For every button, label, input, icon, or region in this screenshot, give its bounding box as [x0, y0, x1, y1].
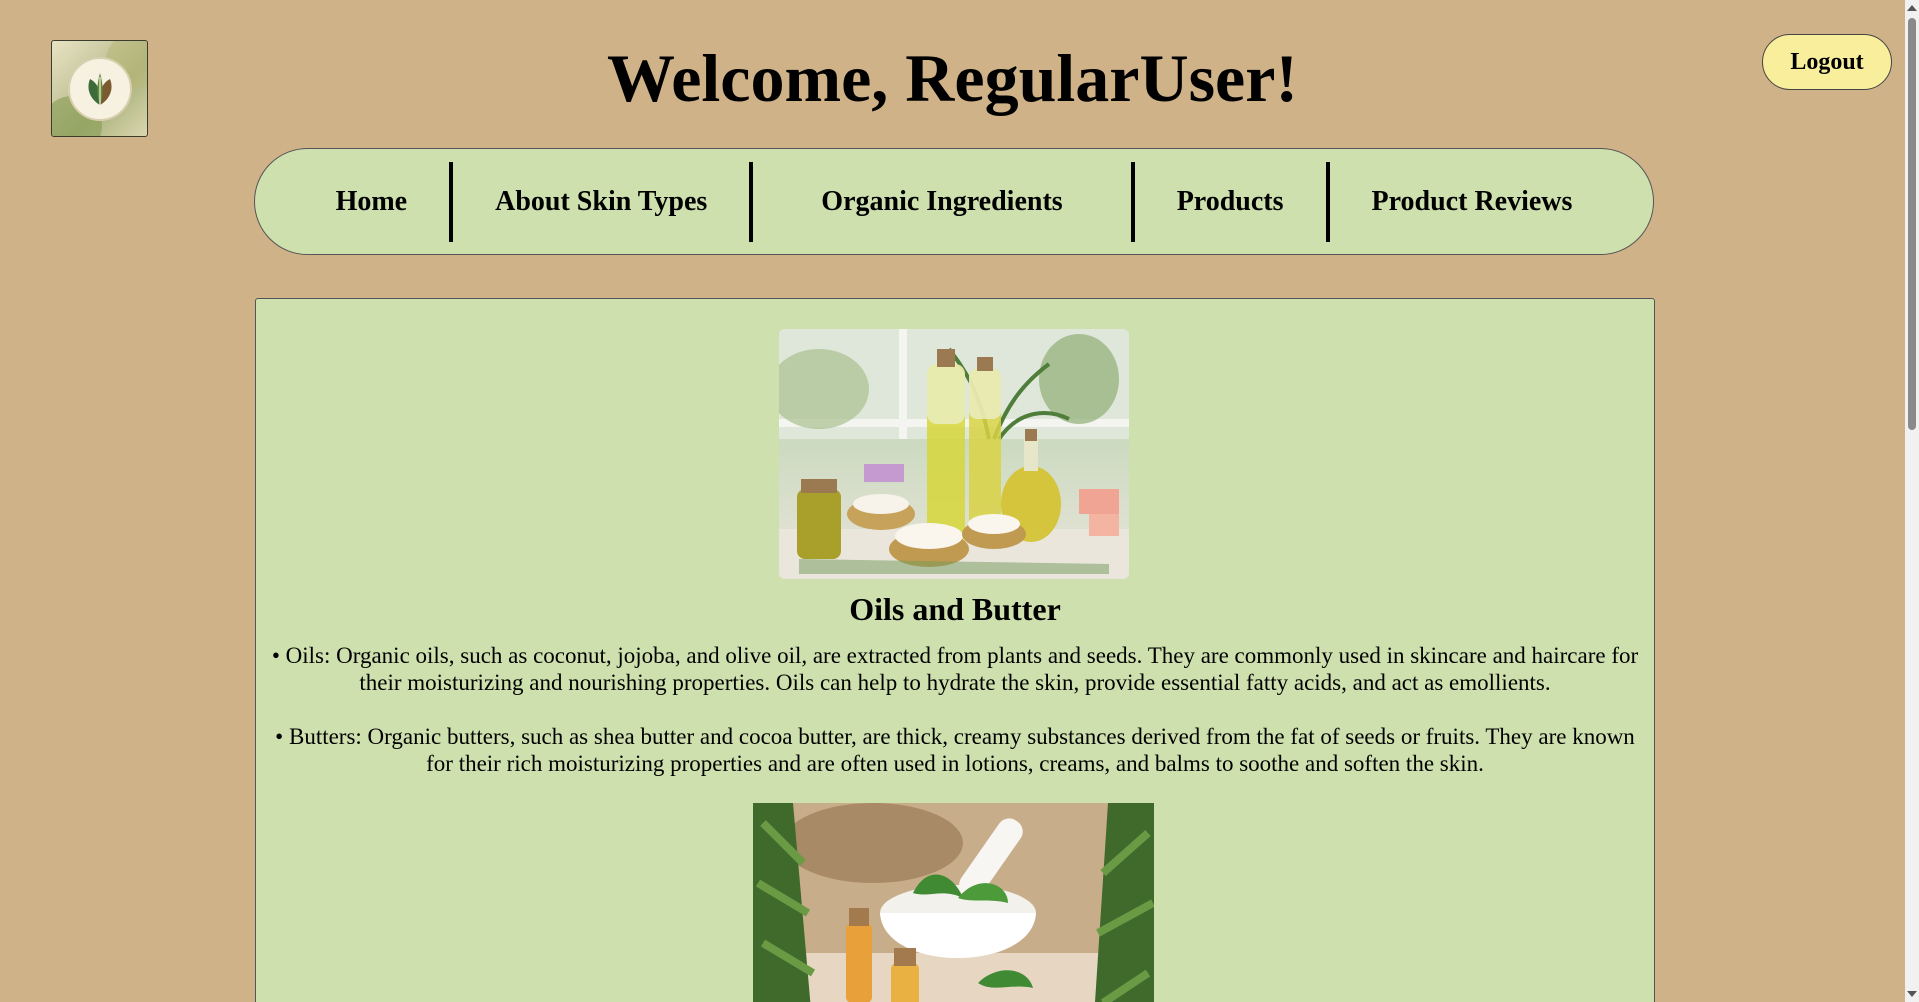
butters-paragraph: • Butters: Organic butters, such as shea…: [275, 724, 1635, 776]
scroll-down-icon[interactable]: [1907, 991, 1917, 997]
content-card: Oils and Butter • Oils: Organic oils, su…: [255, 298, 1655, 1002]
nav-item-product-reviews[interactable]: Product Reviews: [1330, 162, 1615, 242]
mortar-herbs-image: [753, 803, 1154, 1002]
main-nav: Home About Skin Types Organic Ingredient…: [254, 148, 1654, 255]
scrollbar-thumb[interactable]: [1908, 18, 1916, 430]
nav-item-home[interactable]: Home: [294, 162, 450, 242]
scroll-up-icon[interactable]: [1907, 5, 1917, 11]
section-title: Oils and Butter: [849, 591, 1061, 627]
logout-button[interactable]: Logout: [1762, 34, 1892, 90]
nav-item-about-skin-types[interactable]: About Skin Types: [453, 162, 749, 242]
page: Welcome, RegularUser! Logout Home About …: [0, 0, 1919, 1002]
nav-item-organic-ingredients[interactable]: Organic Ingredients: [753, 162, 1130, 242]
oils-paragraph: • Oils: Organic oils, such as coconut, j…: [271, 643, 1639, 695]
page-title: Welcome, RegularUser!: [606, 40, 1299, 116]
nav-item-products[interactable]: Products: [1135, 162, 1326, 242]
page-scrollbar[interactable]: [1905, 0, 1919, 1002]
oils-and-butter-image: [779, 329, 1129, 579]
